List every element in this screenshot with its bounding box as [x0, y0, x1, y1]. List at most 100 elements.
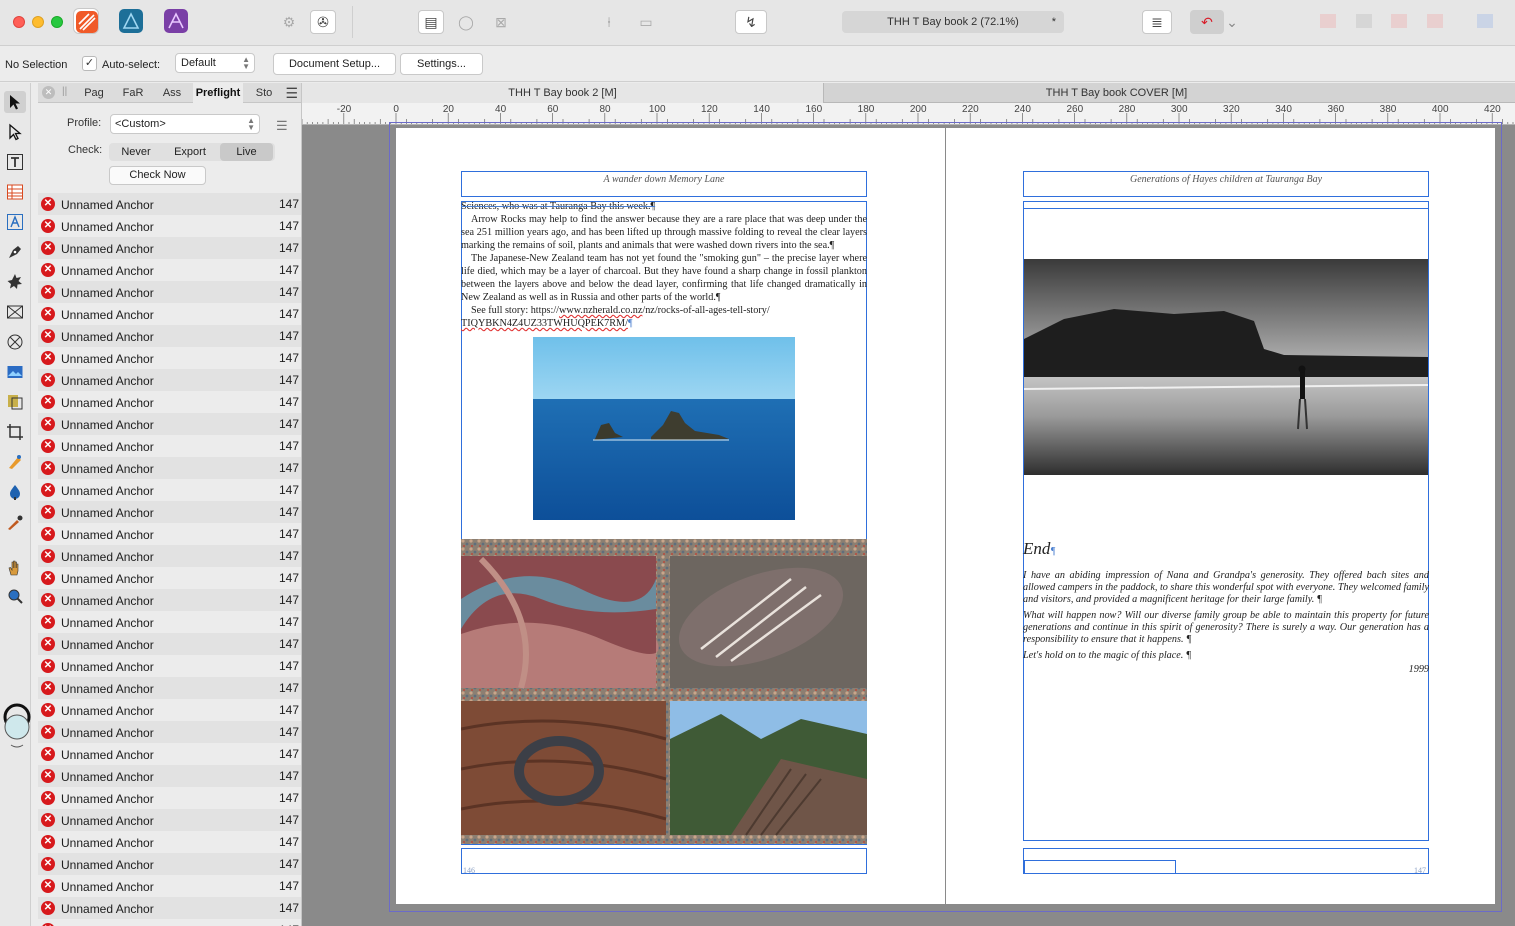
hamburger-menu-icon[interactable]: ☰ — [285, 85, 298, 102]
issue-row[interactable]: ✕Unnamed Anchor147 — [38, 897, 301, 919]
issue-row[interactable]: ✕Unnamed Anchor147 — [38, 237, 301, 259]
text-wrap-icon[interactable]: ▭ — [633, 10, 659, 34]
issue-row[interactable]: ✕Unnamed Anchor147 — [38, 501, 301, 523]
issue-row[interactable]: ✕Unnamed Anchor147 — [38, 831, 301, 853]
chevron-down-icon[interactable]: ⌄ — [1226, 10, 1238, 34]
zoom-window-button[interactable] — [51, 16, 63, 28]
vector-crop-tool-icon[interactable] — [4, 391, 26, 413]
issue-row[interactable]: ✕Unnamed Anchor147 — [38, 259, 301, 281]
issue-row[interactable]: ✕Unnamed Anchor147 — [38, 853, 301, 875]
fill-tool-icon[interactable] — [4, 451, 26, 473]
tab-assets[interactable]: Ass — [158, 83, 186, 103]
beach-silhouette-photo[interactable] — [1024, 259, 1428, 475]
issue-row[interactable]: ✕Unnamed Anchor147 — [38, 919, 301, 926]
footer-frame[interactable]: 147 — [1023, 848, 1429, 875]
issue-row[interactable]: ✕Unnamed Anchor147 — [38, 633, 301, 655]
autoselect-dropdown[interactable]: Default ▲ ▼ — [175, 53, 255, 73]
zoom-tool-icon[interactable] — [4, 586, 26, 608]
view-mode-icon[interactable]: ▤ — [418, 10, 444, 34]
table-tool-icon[interactable] — [4, 181, 26, 203]
text-flow-icon[interactable]: ≣ — [1142, 10, 1172, 34]
close-icon[interactable]: ✕ — [42, 86, 55, 99]
issue-row[interactable]: ✕Unnamed Anchor147 — [38, 875, 301, 897]
designer-persona-icon[interactable] — [118, 8, 144, 34]
move-tool-icon[interactable] — [4, 91, 26, 113]
issue-row[interactable]: ✕Unnamed Anchor147 — [38, 303, 301, 325]
align-icon[interactable] — [1477, 14, 1493, 28]
crop-tool-icon[interactable] — [4, 421, 26, 443]
snapping-icon[interactable]: ↶ — [1190, 10, 1224, 34]
story-link-line-2[interactable]: TIQYBKN4Z4UZ33TWHUQPEK7RM/ — [461, 318, 628, 329]
grip-icon[interactable]: || — [62, 86, 67, 97]
place-image-tool-icon[interactable] — [4, 361, 26, 383]
issue-row[interactable]: ✕Unnamed Anchor147 — [38, 347, 301, 369]
left-page[interactable]: A wander down Memory Lane Sciences, who … — [396, 128, 945, 904]
preflight-settings-icon[interactable]: ✇ — [310, 10, 336, 34]
document-setup-button[interactable]: Document Setup... — [273, 53, 396, 75]
tab-pages[interactable]: Pag — [80, 83, 108, 103]
issue-row[interactable]: ✕Unnamed Anchor147 — [38, 325, 301, 347]
issue-row[interactable]: ✕Unnamed Anchor147 — [38, 479, 301, 501]
profile-dropdown[interactable]: <Custom> ▲ ▼ — [110, 114, 260, 134]
footer-frame[interactable]: 146 — [461, 848, 867, 875]
artistic-text-tool-icon[interactable] — [4, 211, 26, 233]
story-link-domain[interactable]: www.nzherald.co.nz — [559, 305, 642, 316]
footer-inner-frame[interactable] — [1024, 860, 1176, 874]
issue-row[interactable]: ✕Unnamed Anchor147 — [38, 391, 301, 413]
issue-row[interactable]: ✕Unnamed Anchor147 — [38, 413, 301, 435]
tab-document-cover[interactable]: THH T Bay book COVER [M] — [824, 83, 1409, 103]
issue-row[interactable]: ✕Unnamed Anchor147 — [38, 193, 301, 215]
arrange-backward-icon[interactable] — [1356, 14, 1372, 28]
profile-options-icon[interactable]: ☰ — [276, 118, 288, 134]
pin-icon[interactable]: ⍿ — [596, 10, 622, 34]
check-now-button[interactable]: Check Now — [109, 166, 206, 185]
autoselect-checkbox[interactable]: ✓ — [82, 56, 97, 71]
bleed-view-icon[interactable]: ⊠ — [488, 10, 514, 34]
header-frame[interactable]: Generations of Hayes children at Taurang… — [1023, 171, 1429, 197]
issue-row[interactable]: ✕Unnamed Anchor147 — [38, 589, 301, 611]
issue-row[interactable]: ✕Unnamed Anchor147 — [38, 369, 301, 391]
arrow-rocks-photo[interactable] — [533, 337, 795, 520]
picture-frame-tool-icon[interactable] — [4, 301, 26, 323]
closing-text[interactable]: I have an abiding impression of Nana and… — [1023, 570, 1429, 676]
shape-tool-icon[interactable] — [4, 271, 26, 293]
issue-row[interactable]: ✕Unnamed Anchor147 — [38, 787, 301, 809]
tab-stock[interactable]: Sto — [251, 83, 277, 103]
issue-row[interactable]: ✕Unnamed Anchor147 — [38, 765, 301, 787]
issue-row[interactable]: ✕Unnamed Anchor147 — [38, 655, 301, 677]
issue-row[interactable]: ✕Unnamed Anchor147 — [38, 677, 301, 699]
check-never-option[interactable]: Never — [109, 143, 163, 161]
tab-preflight[interactable]: Preflight — [193, 83, 243, 103]
color-well[interactable] — [3, 703, 31, 755]
issue-row[interactable]: ✕Unnamed Anchor147 — [38, 721, 301, 743]
hand-tool-icon[interactable] — [4, 557, 26, 579]
publisher-persona-icon[interactable] — [73, 8, 99, 34]
settings-button[interactable]: Settings... — [400, 53, 483, 75]
check-export-option[interactable]: Export — [163, 143, 217, 161]
tab-find-replace[interactable]: FaR — [120, 83, 146, 103]
rock-collage-photo[interactable] — [461, 539, 867, 844]
frame-text-tool-icon[interactable] — [4, 151, 26, 173]
header-frame[interactable]: A wander down Memory Lane — [461, 171, 867, 197]
issue-row[interactable]: ✕Unnamed Anchor147 — [38, 545, 301, 567]
frame-view-icon[interactable]: ◯ — [453, 10, 479, 34]
issue-row[interactable]: ✕Unnamed Anchor147 — [38, 611, 301, 633]
arrange-front-icon[interactable] — [1427, 14, 1443, 28]
color-picker-tool-icon[interactable] — [4, 511, 26, 533]
close-window-button[interactable] — [13, 16, 25, 28]
arrange-forward-icon[interactable] — [1391, 14, 1407, 28]
article-text[interactable]: Sciences, who was at Tauranga Bay this w… — [461, 200, 867, 330]
check-live-option[interactable]: Live — [220, 143, 273, 161]
ellipse-frame-tool-icon[interactable] — [4, 331, 26, 353]
pen-tool-icon[interactable] — [4, 241, 26, 263]
minimize-window-button[interactable] — [32, 16, 44, 28]
node-tool-icon[interactable] — [4, 121, 26, 143]
issue-row[interactable]: ✕Unnamed Anchor147 — [38, 457, 301, 479]
photo-persona-icon[interactable] — [163, 8, 189, 34]
issue-row[interactable]: ✕Unnamed Anchor147 — [38, 523, 301, 545]
link-icon[interactable]: ↯ — [735, 10, 767, 34]
issue-row[interactable]: ✕Unnamed Anchor147 — [38, 809, 301, 831]
issue-row[interactable]: ✕Unnamed Anchor147 — [38, 215, 301, 237]
gear-icon[interactable]: ⚙ — [276, 10, 302, 34]
right-page[interactable]: Generations of Hayes children at Taurang… — [946, 128, 1495, 904]
